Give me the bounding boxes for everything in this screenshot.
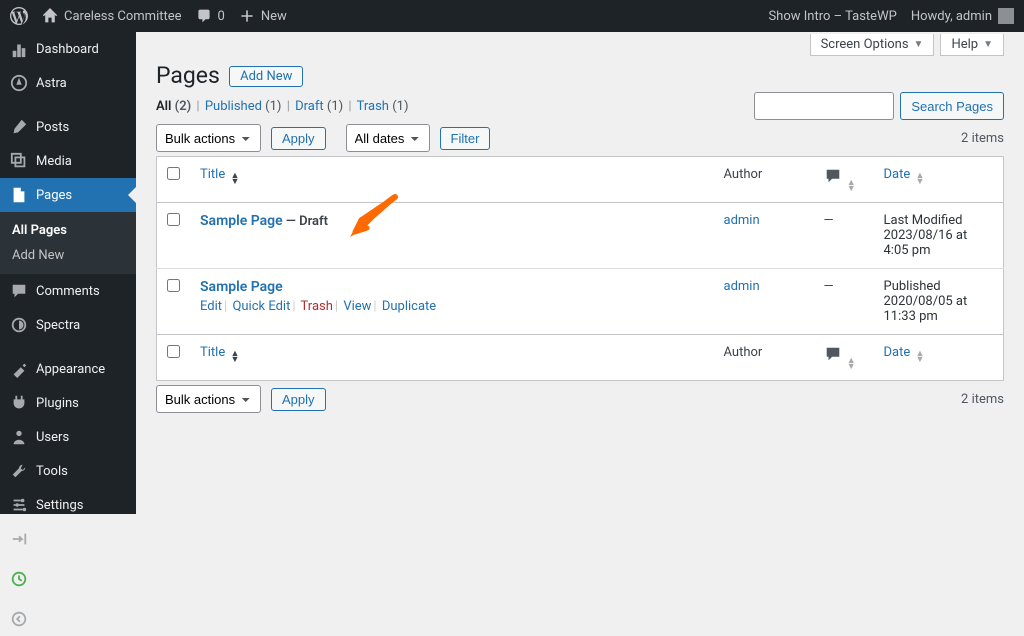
table-row: Sample Page — Draft admin — Last Modifie… [157,203,1004,269]
pages-submenu: All Pages Add New [0,212,136,274]
account-menu[interactable]: Howdy, admin [911,8,1014,24]
row-action-duplicate[interactable]: Duplicate [382,299,436,314]
sidebar-item-settings[interactable]: Settings [0,488,136,522]
row-comments: — [814,203,874,269]
row-title-link[interactable]: Sample Page [200,213,283,229]
row-checkbox[interactable] [167,279,180,292]
filter-all[interactable]: All (2) [156,99,191,114]
bulk-actions-select[interactable]: Bulk actions [156,124,261,152]
sidebar-item-media[interactable]: Media [0,144,136,178]
row-checkbox[interactable] [167,213,180,226]
row-action-trash[interactable]: Trash [301,299,333,314]
submenu-add-new[interactable]: Add New [0,243,136,268]
sidebar-item-backup[interactable]: Backup Migration [0,556,136,602]
sidebar-item-spectra[interactable]: Spectra [0,308,136,342]
row-title-link[interactable]: Sample Page [200,279,283,295]
add-new-button[interactable]: Add New [229,66,303,87]
sidebar-collapse[interactable]: Collapse menu [0,602,136,636]
sidebar-item-users[interactable]: Users [0,420,136,454]
items-count-bottom: 2 items [961,392,1004,407]
new-content[interactable]: New [239,8,287,24]
wp-logo[interactable] [10,7,28,25]
sort-title[interactable]: Title ▲▼ [200,167,239,182]
row-actions: Edit| Quick Edit| Trash| View| Duplicate [200,299,704,314]
apply-bulk-button[interactable]: Apply [271,127,326,150]
row-author-link[interactable]: admin [724,279,760,294]
help-tab[interactable]: Help ▼ [940,34,1004,56]
sort-date[interactable]: Date ▲▼ [884,167,925,182]
filter-draft[interactable]: Draft (1) [295,99,343,114]
apply-bulk-button-bottom[interactable]: Apply [271,388,326,411]
pages-table: Title ▲▼ Author ▲▼ Date ▲▼ Sample Page —… [156,156,1004,381]
tastewp-intro-link[interactable]: Show Intro – TasteWP [768,9,896,24]
post-state: — Draft [283,214,328,229]
submenu-all-pages[interactable]: All Pages [0,218,136,243]
table-row: Sample Page Edit| Quick Edit| Trash| Vie… [157,269,1004,335]
select-all-checkbox[interactable] [167,167,180,180]
row-author-link[interactable]: admin [724,213,760,228]
row-action-quick-edit[interactable]: Quick Edit [232,299,290,314]
screen-options-tab[interactable]: Screen Options ▼ [810,34,935,56]
sidebar-item-dashboard[interactable]: Dashboard [0,32,136,66]
sidebar-item-pages[interactable]: Pages [0,178,136,212]
comments-icon[interactable] [824,352,842,367]
sidebar-item-astra[interactable]: Astra [0,66,136,100]
search-input[interactable] [754,92,894,120]
site-link[interactable]: Careless Committee [42,8,182,24]
filter-trash[interactable]: Trash (1) [357,99,409,114]
search-button[interactable]: Search Pages [900,92,1004,120]
row-date: Published2020/08/05 at 11:33 pm [874,269,1004,335]
row-date: Last Modified2023/08/16 at 4:05 pm [874,203,1004,269]
sidebar-item-tools[interactable]: Tools [0,454,136,488]
sidebar-item-comments[interactable]: Comments [0,274,136,308]
sidebar-item-appearance[interactable]: Appearance [0,352,136,386]
page-title: Pages [156,62,220,89]
comments-bubble[interactable]: 0 [196,8,225,24]
date-filter-select[interactable]: All dates [346,124,430,152]
avatar [998,8,1014,24]
sort-title-bottom[interactable]: Title ▲▼ [200,345,239,360]
chevron-down-icon: ▼ [983,39,993,50]
sort-date-bottom[interactable]: Date ▲▼ [884,345,925,360]
filter-published[interactable]: Published (1) [205,99,282,114]
row-comments: — [814,269,874,335]
sidebar-item-redirection[interactable]: Redirection [0,522,136,556]
items-count: 2 items [961,131,1004,146]
chevron-down-icon: ▼ [914,39,924,50]
sidebar-item-posts[interactable]: Posts [0,110,136,144]
bulk-actions-select-bottom[interactable]: Bulk actions [156,385,261,413]
col-author: Author [714,157,814,203]
filter-button[interactable]: Filter [440,127,491,150]
row-action-edit[interactable]: Edit [200,299,222,314]
comment-count: 0 [218,9,225,24]
site-name: Careless Committee [64,9,182,24]
admin-sidebar: Dashboard Astra Posts Media Pages All Pa… [0,32,136,514]
row-action-view[interactable]: View [343,299,371,314]
sidebar-item-plugins[interactable]: Plugins [0,386,136,420]
comments-icon[interactable] [824,174,842,189]
select-all-checkbox-bottom[interactable] [167,345,180,358]
new-label: New [261,9,287,24]
